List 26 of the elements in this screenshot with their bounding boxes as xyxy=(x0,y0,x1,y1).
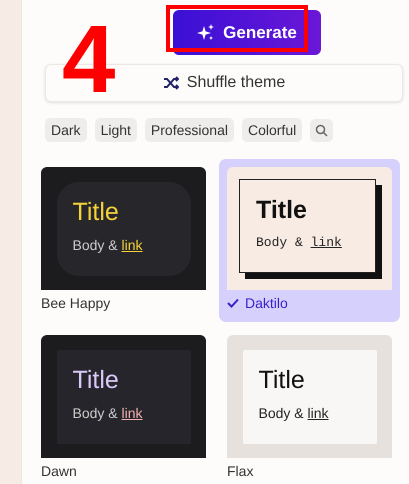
theme-card[interactable]: Title Body & link Dawn xyxy=(33,327,214,484)
filter-tag[interactable]: Dark xyxy=(45,118,87,142)
theme-card[interactable]: Title Body & link Daktilo xyxy=(219,159,400,322)
filter-tag[interactable]: Colorful xyxy=(242,118,302,142)
preview-body: Body & link xyxy=(258,404,330,420)
search-icon xyxy=(315,124,328,136)
theme-name: Flax xyxy=(227,463,254,479)
theme-name: Dawn xyxy=(41,463,77,479)
preview-body: Body & link xyxy=(72,236,144,252)
preview-title: Title xyxy=(72,368,120,392)
search-button[interactable] xyxy=(310,118,334,142)
preview-title: Title xyxy=(72,200,120,224)
preview-title: Title xyxy=(256,198,308,222)
shuffle-icon xyxy=(162,76,179,90)
filter-tag[interactable]: Light xyxy=(94,118,137,142)
theme-card[interactable]: Title Body & link Flax xyxy=(219,327,400,484)
preview-body: Body & link xyxy=(72,404,144,420)
theme-name: Daktilo xyxy=(245,295,288,311)
preview-title: Title xyxy=(258,368,306,392)
generate-button[interactable]: Generate xyxy=(173,10,321,55)
sparkle-icon xyxy=(197,24,216,42)
theme-card[interactable]: Title Body & link Bee Happy xyxy=(33,159,214,322)
check-icon xyxy=(227,298,239,308)
theme-name: Bee Happy xyxy=(41,295,110,311)
preview-body: Body & link xyxy=(256,234,343,250)
filter-tag[interactable]: Professional xyxy=(144,118,234,142)
